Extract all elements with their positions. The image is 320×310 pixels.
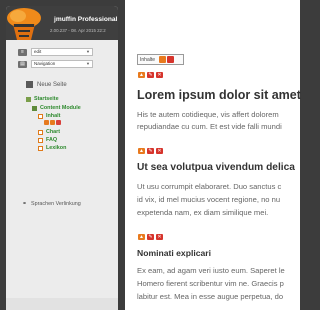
language-row: ≡ edit ▼ <box>18 47 93 57</box>
move-up-icon[interactable]: ▲ <box>138 234 145 240</box>
link-icon: ⚭ <box>22 201 28 207</box>
delete-icon[interactable] <box>56 120 61 125</box>
tree-item-faq[interactable]: FAQ <box>38 137 57 143</box>
move-up-icon[interactable]: ▲ <box>138 72 145 78</box>
edit-icon[interactable] <box>50 120 55 125</box>
inhalt-actions <box>44 120 61 125</box>
chevron-down-icon: ▼ <box>86 49 90 54</box>
delete-icon[interactable]: ✕ <box>156 234 163 240</box>
paragraph-3-line: Homero fierent scribentur vim ne. Graeci… <box>137 279 284 288</box>
tree-item-label: Lexikon <box>46 145 67 151</box>
new-page-label: Neue Seite <box>37 81 67 88</box>
muffin-logo-icon <box>7 8 41 40</box>
flag-icon: ≡ <box>18 48 27 56</box>
page-icon <box>26 81 33 88</box>
paragraph-2-line: Ut usu corrumpit elaboraret. Duo sanctus… <box>137 182 282 191</box>
panel-header: jmuffin Professional 2.00.237 - 08. Apr … <box>6 6 118 40</box>
block-controls: ▲ ✎ ✕ <box>138 148 163 154</box>
edit-icon[interactable]: ✎ <box>147 234 154 240</box>
paragraph-2-line: id vix, id mel mucius vocent regione, no… <box>137 195 281 204</box>
tree-item-label: Startseite <box>34 96 59 102</box>
app-title: jmuffin Professional <box>54 16 118 23</box>
new-page-button[interactable]: Neue Seite <box>26 81 67 88</box>
tree-item-label: Chart <box>46 129 61 135</box>
mode-select[interactable]: edit ▼ <box>31 48 93 56</box>
edit-icon[interactable]: ✎ <box>147 148 154 154</box>
navigation-select-value: Navigation <box>34 61 56 66</box>
navigation-select[interactable]: Navigation ▼ <box>31 60 93 68</box>
edit-icon[interactable] <box>44 120 49 125</box>
page-icon <box>38 145 43 151</box>
version-text: 2.00.237 - 08. Apr 2015 22:2 <box>50 28 106 33</box>
tree-item-label: Content Module <box>40 105 81 111</box>
language-links-button[interactable]: ⚭ Sprachen Verlinkung <box>22 200 81 208</box>
block-controls: ▲ ✎ ✕ <box>138 234 163 240</box>
tree-item-content-module[interactable]: Content Module <box>32 105 81 111</box>
language-links-label: Sprachen Verlinkung <box>31 200 81 207</box>
heading-2: Ut sea volutpua vivendum delica <box>137 162 295 173</box>
paragraph-1-line: His te autem cotidieque, vis affert dolo… <box>137 110 279 119</box>
page-icon <box>38 129 43 135</box>
tree-item-chart[interactable]: Chart <box>38 129 60 135</box>
paragraph-2-line: expetenda nam, ex diam similique mei. <box>137 208 269 217</box>
edit-icon[interactable] <box>159 56 167 63</box>
edit-icon[interactable]: ✎ <box>147 72 154 78</box>
heading-1: Lorem ipsum dolor sit amet <box>137 88 301 102</box>
delete-icon[interactable] <box>167 56 175 63</box>
inhalte-toolbar: Inhalte <box>137 54 184 65</box>
collapse-icon[interactable] <box>32 105 37 111</box>
tree-item-label: FAQ <box>46 137 58 143</box>
tree-item-inhalt[interactable]: Inhalt <box>38 113 60 119</box>
move-up-icon[interactable]: ▲ <box>138 148 145 154</box>
chevron-down-icon: ▼ <box>86 61 90 66</box>
navigation-icon: ▤ <box>18 60 27 68</box>
cms-panel: jmuffin Professional 2.00.237 - 08. Apr … <box>0 0 120 310</box>
page-icon <box>38 137 43 143</box>
tree-item-label: Inhalt <box>46 113 61 119</box>
delete-icon[interactable]: ✕ <box>156 148 163 154</box>
tree-item-start[interactable]: Startseite <box>26 96 59 102</box>
paragraph-3-line: Ex eam, ad agam veri iusto eum. Saperet … <box>137 266 285 275</box>
inhalte-label: Inhalte <box>140 56 156 63</box>
block-controls: ▲ ✎ ✕ <box>138 72 163 78</box>
mode-select-value: edit <box>34 49 42 54</box>
page-icon <box>38 113 43 119</box>
panel-footer <box>6 298 118 310</box>
collapse-icon[interactable] <box>26 96 31 102</box>
tree-item-lexikon[interactable]: Lexikon <box>38 145 66 151</box>
paragraph-3-line: labitur est. Mea in esse augue perpetua,… <box>137 292 284 301</box>
content-preview: Inhalte ▲ ✎ ✕ Lorem ipsum dolor sit amet… <box>125 0 301 310</box>
paragraph-1-line: repudiandae cu cum. Et est vide falli mu… <box>137 122 282 131</box>
heading-3: Nominati explicari <box>137 248 212 258</box>
navigation-row: ▤ Navigation ▼ <box>18 59 93 69</box>
panel-card: jmuffin Professional 2.00.237 - 08. Apr … <box>6 6 118 310</box>
delete-icon[interactable]: ✕ <box>156 72 163 78</box>
